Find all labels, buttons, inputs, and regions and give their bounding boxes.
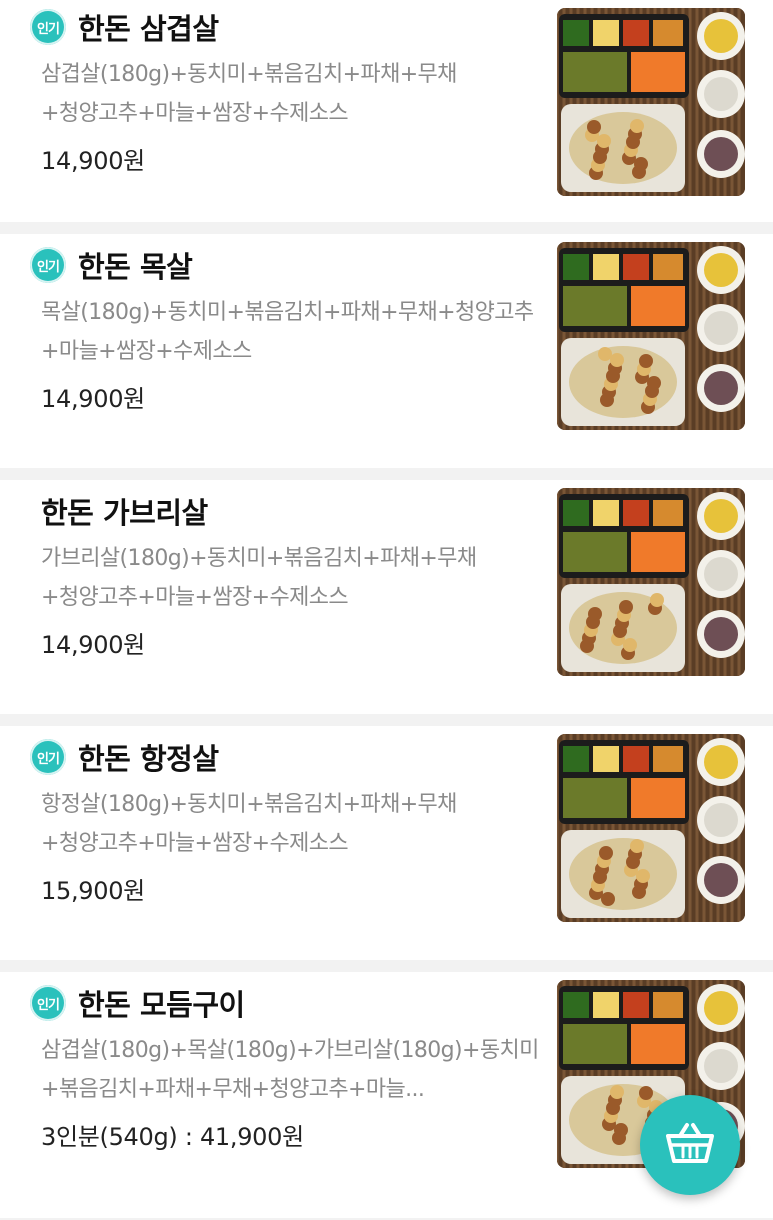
menu-title-row: 인기 한돈 항정살 [30, 732, 551, 782]
menu-title: 한돈 모듬구이 [78, 988, 245, 1022]
menu-price: 15,900원 [41, 877, 145, 905]
menu-item-info: 인기 한돈 목살 목살(180g)+동치미+볶음김치+파채+무채+청양고추+마늘… [30, 234, 551, 414]
menu-list: 인기 한돈 삼겹살 삼겹살(180g)+동치미+볶음김치+파채+무채+청양고추+… [0, 0, 773, 1218]
menu-price: 3인분(540g) : 41,900원 [41, 1123, 304, 1151]
menu-description: 삼겹살(180g)+목살(180g)+가브리살(180g)+동치미+볶음김치+파… [41, 1038, 539, 1102]
menu-title-row: 인기 한돈 삼겹살 [30, 2, 551, 52]
basket-icon [665, 1121, 715, 1169]
menu-description: 항정살(180g)+동치미+볶음김치+파채+무채+청양고추+마늘+쌈장+수제소스 [41, 792, 457, 856]
menu-description: 삼겹살(180g)+동치미+볶음김치+파채+무채+청양고추+마늘+쌈장+수제소스 [41, 62, 457, 126]
menu-description: 목살(180g)+동치미+볶음김치+파채+무채+청양고추+마늘+쌈장+수제소스 [41, 300, 534, 364]
menu-title-row: 인기 한돈 모듬구이 [30, 978, 551, 1028]
menu-item-hangjeongsal[interactable]: 인기 한돈 항정살 항정살(180g)+동치미+볶음김치+파채+무채+청양고추+… [0, 726, 773, 960]
menu-title: 한돈 가브리살 [41, 496, 208, 530]
menu-item-info: 인기 한돈 모듬구이 삼겹살(180g)+목살(180g)+가브리살(180g)… [30, 972, 551, 1152]
menu-photo[interactable] [557, 488, 745, 676]
menu-item-info: 인기 한돈 삼겹살 삼겹살(180g)+동치미+볶음김치+파채+무채+청양고추+… [30, 0, 551, 176]
menu-title: 한돈 목살 [78, 250, 193, 284]
menu-title: 한돈 항정살 [78, 742, 219, 776]
popular-badge: 인기 [30, 9, 66, 45]
popular-badge: 인기 [30, 985, 66, 1021]
menu-title-row: 한돈 가브리살 [41, 486, 551, 536]
menu-item-info: 인기 한돈 항정살 항정살(180g)+동치미+볶음김치+파채+무채+청양고추+… [30, 726, 551, 906]
menu-price: 14,900원 [41, 631, 145, 659]
popular-badge: 인기 [30, 739, 66, 775]
menu-photo[interactable] [557, 242, 745, 430]
popular-badge: 인기 [30, 247, 66, 283]
cart-button[interactable] [640, 1095, 740, 1195]
menu-price: 14,900원 [41, 385, 145, 413]
menu-description: 가브리살(180g)+동치미+볶음김치+파채+무채+청양고추+마늘+쌈장+수제소… [41, 546, 477, 610]
menu-item-samgyeopsal[interactable]: 인기 한돈 삼겹살 삼겹살(180g)+동치미+볶음김치+파채+무채+청양고추+… [0, 0, 773, 222]
menu-photo[interactable] [557, 734, 745, 922]
menu-photo[interactable] [557, 8, 745, 196]
menu-title: 한돈 삼겹살 [78, 12, 219, 46]
menu-item-moksal[interactable]: 인기 한돈 목살 목살(180g)+동치미+볶음김치+파채+무채+청양고추+마늘… [0, 234, 773, 468]
menu-item-info: 한돈 가브리살 가브리살(180g)+동치미+볶음김치+파채+무채+청양고추+마… [41, 480, 551, 660]
menu-title-row: 인기 한돈 목살 [30, 240, 551, 290]
menu-price: 14,900원 [41, 147, 145, 175]
menu-item-gabrisal[interactable]: 한돈 가브리살 가브리살(180g)+동치미+볶음김치+파채+무채+청양고추+마… [0, 480, 773, 714]
